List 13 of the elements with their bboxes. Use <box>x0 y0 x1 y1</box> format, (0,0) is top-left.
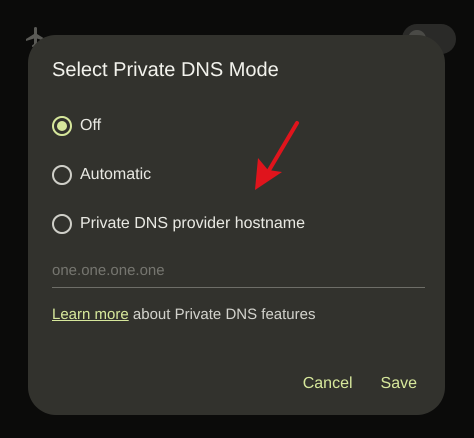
radio-button[interactable] <box>52 164 72 184</box>
arrow-annotation <box>255 121 299 190</box>
radio-button[interactable] <box>52 116 72 136</box>
dialog-title: Select Private DNS Mode <box>52 58 280 83</box>
info-text: Learn more about Private DNS features <box>52 306 316 323</box>
cancel-button[interactable]: Cancel <box>302 375 353 393</box>
radio-button[interactable] <box>52 214 72 234</box>
hostname-field[interactable]: one.one.one.one <box>52 258 425 288</box>
option-label[interactable]: Off <box>80 116 102 134</box>
option-label[interactable]: Automatic <box>80 166 152 184</box>
learn-more-link[interactable]: Learn more <box>52 306 129 323</box>
save-button[interactable]: Save <box>380 375 417 393</box>
option-label[interactable]: Private DNS provider hostname <box>80 214 305 232</box>
